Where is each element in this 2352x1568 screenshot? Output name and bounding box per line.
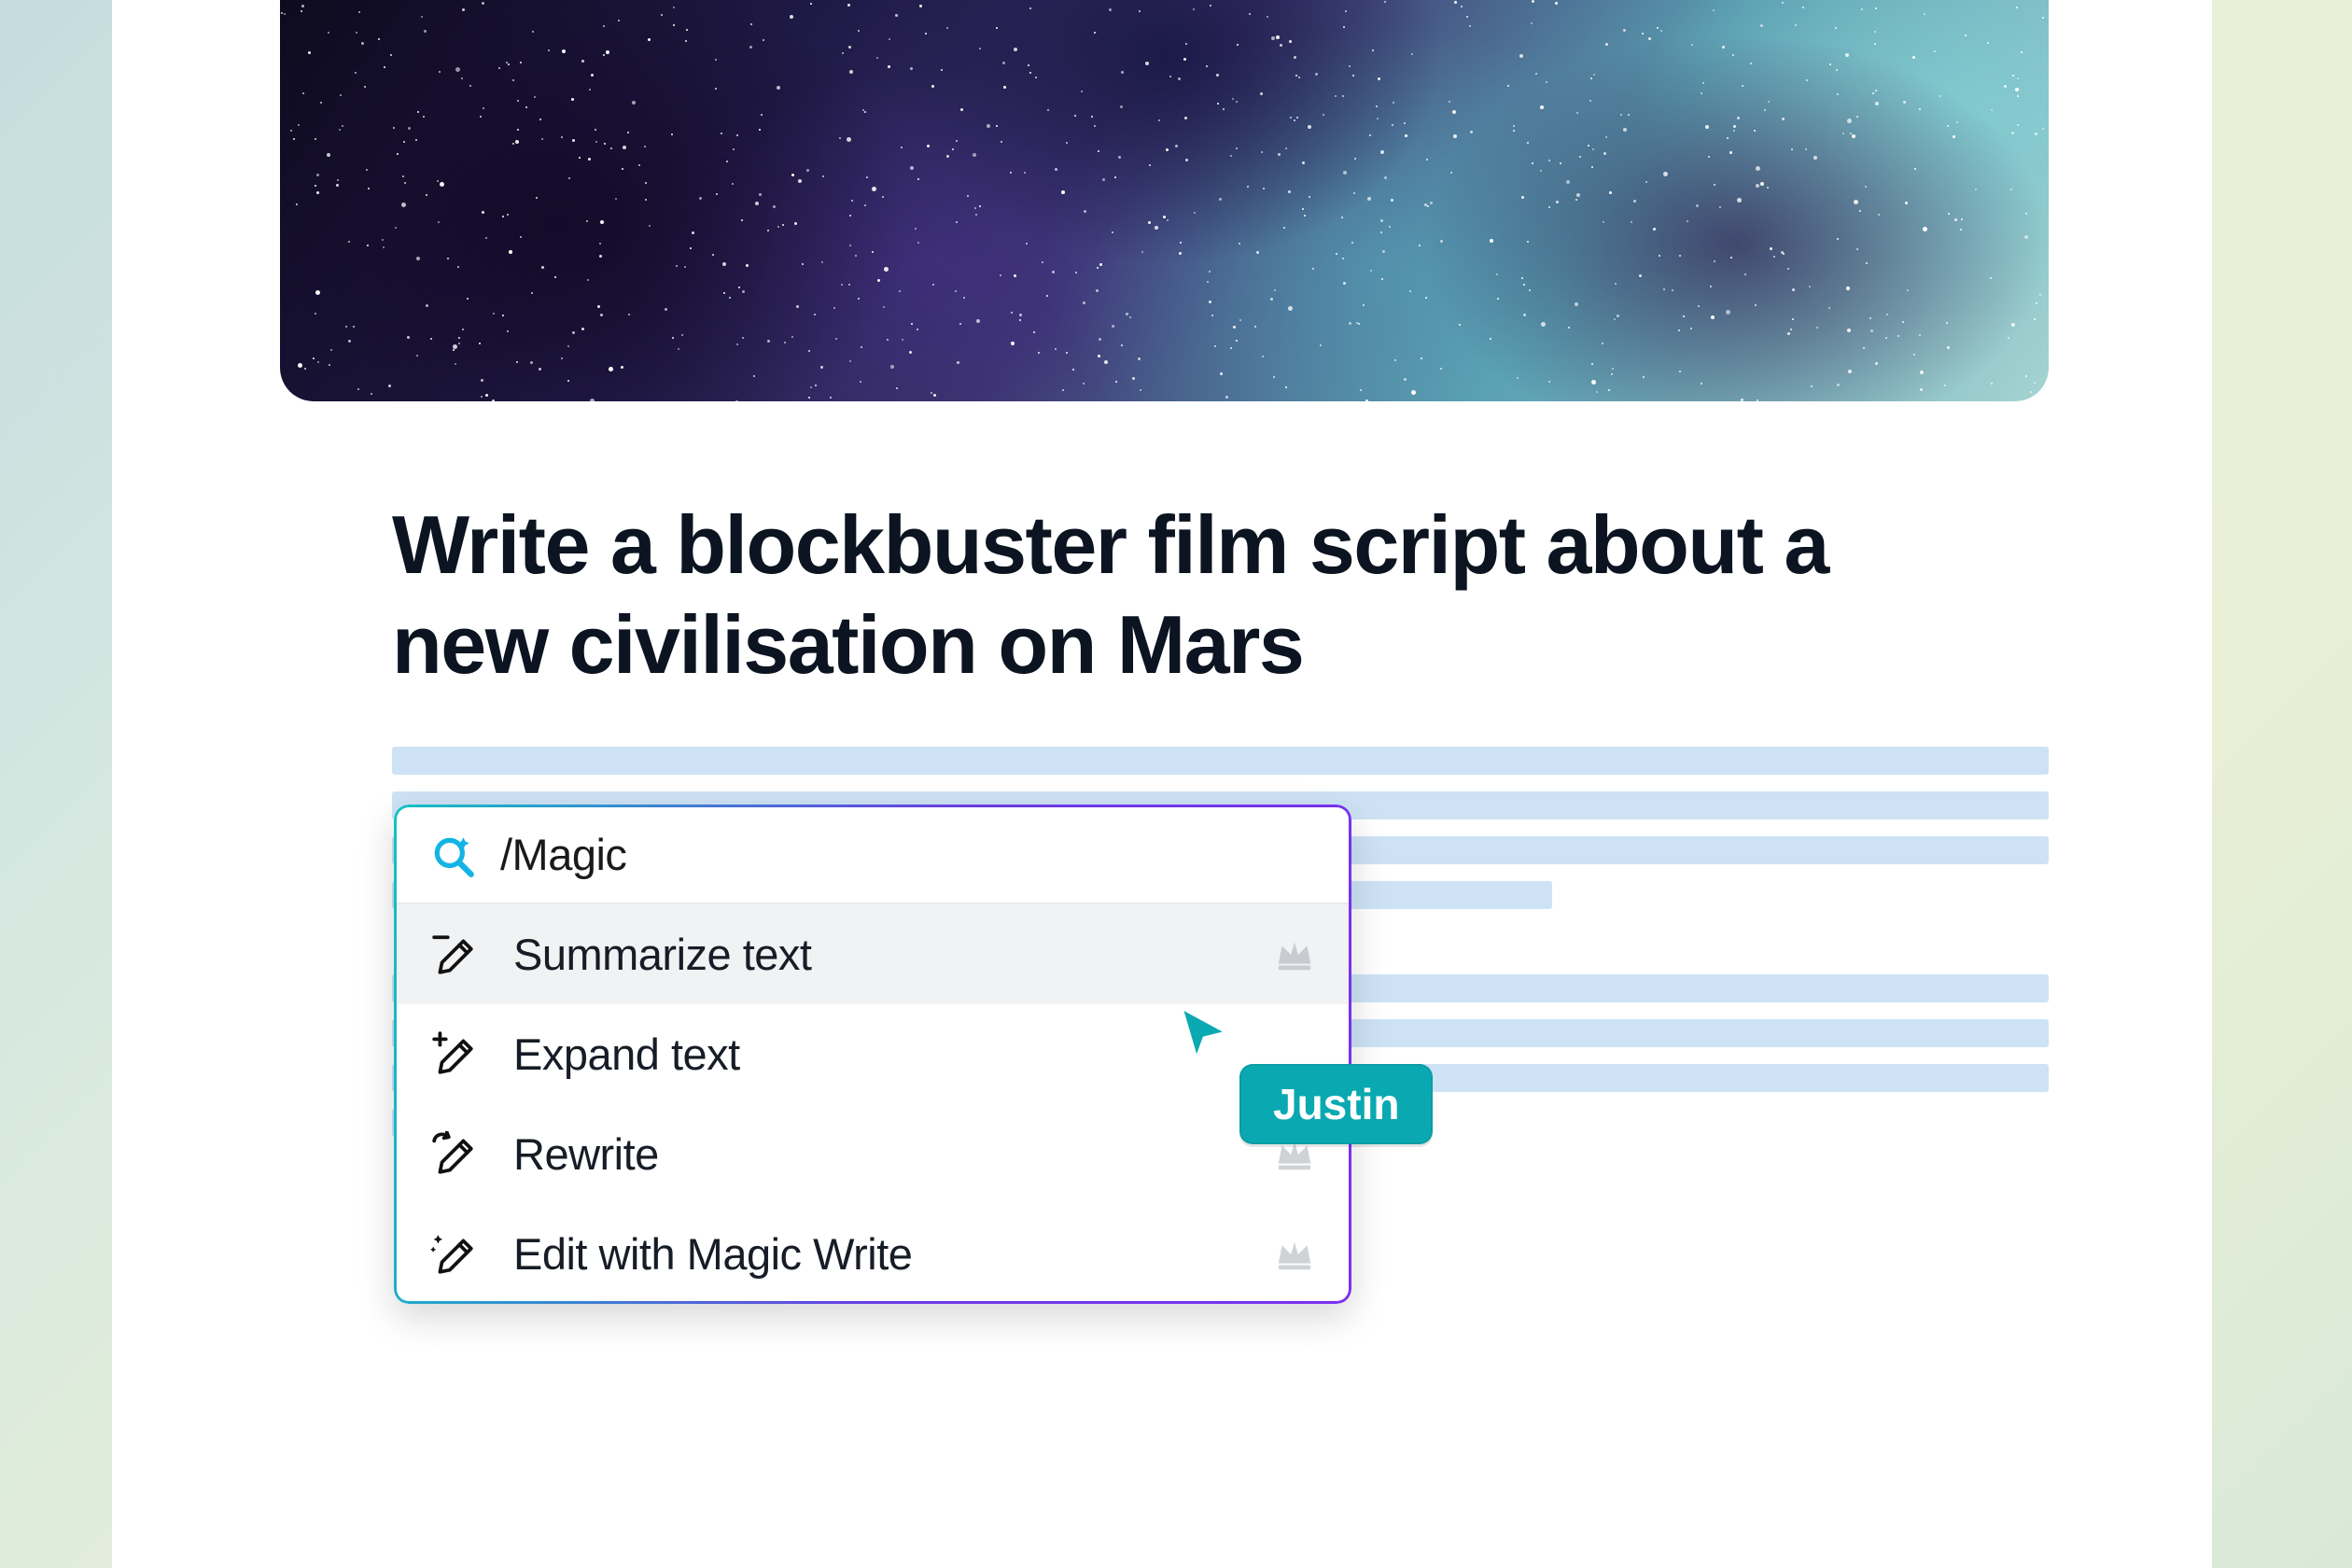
menu-item-label: Summarize text bbox=[513, 929, 1238, 980]
pencil-plus-icon bbox=[429, 1030, 478, 1079]
magic-search-row bbox=[394, 805, 1351, 904]
menu-item-label: Expand text bbox=[513, 1029, 1238, 1080]
crown-icon bbox=[1273, 933, 1316, 976]
menu-item-expand-text[interactable]: Expand text bbox=[394, 1004, 1351, 1104]
magic-search-input[interactable] bbox=[500, 829, 1316, 880]
menu-item-edit-with-magic-write[interactable]: Edit with Magic Write bbox=[394, 1204, 1351, 1304]
pencil-swirl-icon bbox=[429, 1130, 478, 1179]
pencil-sparkle-icon bbox=[429, 1230, 478, 1279]
menu-item-summarize-text[interactable]: Summarize text bbox=[394, 904, 1351, 1004]
page-title: Write a blockbuster film script about a … bbox=[392, 495, 1979, 695]
hero-image-starry-sky bbox=[280, 0, 2049, 401]
menu-item-label: Edit with Magic Write bbox=[513, 1228, 1238, 1280]
magic-command-menu: Summarize text Expand text bbox=[394, 805, 1351, 1304]
document-page: Write a blockbuster film script about a … bbox=[112, 0, 2212, 1568]
collaborator-name-tag: Justin bbox=[1239, 1064, 1433, 1144]
crown-icon bbox=[1273, 1233, 1316, 1276]
menu-item-label: Rewrite bbox=[513, 1128, 1238, 1180]
menu-item-rewrite[interactable]: Rewrite bbox=[394, 1104, 1351, 1204]
magic-search-icon bbox=[429, 831, 478, 879]
pencil-minus-icon bbox=[429, 931, 478, 979]
